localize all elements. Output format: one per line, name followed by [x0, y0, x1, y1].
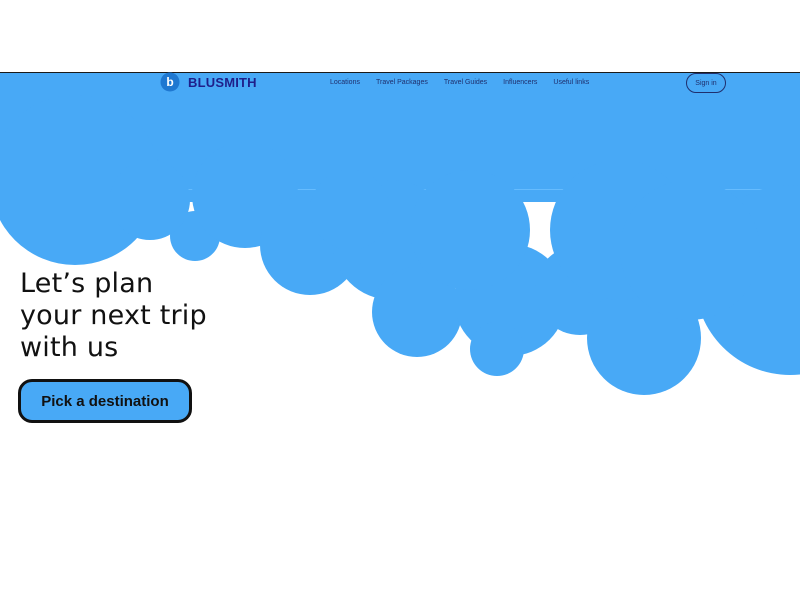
cloud-puff [470, 322, 524, 376]
nav-link-travel-packages[interactable]: Travel Packages [376, 79, 428, 86]
headline-line: Let’s plan [20, 268, 154, 299]
headline-line: with us [20, 332, 119, 363]
pick-destination-button[interactable]: Pick a destination [18, 379, 192, 423]
brand-name: BLUSMITH [188, 74, 257, 90]
cloud-puff [535, 245, 625, 335]
brand[interactable]: b BLUSMITH [160, 71, 257, 93]
main-navigation: Locations Travel Packages Travel Guides … [330, 79, 589, 86]
nav-link-useful-links[interactable]: Useful links [553, 79, 589, 86]
hero-headline: Let’s plan your next trip with us [20, 268, 260, 364]
cloud-puff [454, 244, 566, 356]
landing-page: b BLUSMITH Locations Travel Packages Tra… [0, 0, 800, 600]
cloud-puff [695, 185, 800, 375]
cloud-puff [587, 281, 701, 395]
navbar: b BLUSMITH Locations Travel Packages Tra… [0, 71, 800, 97]
cloud-puff [332, 180, 452, 300]
nav-link-locations[interactable]: Locations [330, 79, 360, 86]
nav-link-travel-guides[interactable]: Travel Guides [444, 79, 487, 86]
cloud-puff [170, 211, 220, 261]
cloud-puff [260, 195, 360, 295]
cloud-puff [372, 267, 462, 357]
headline-line: your next trip [20, 300, 207, 331]
cloud-top-fill [0, 190, 800, 202]
b-circle-logo-icon: b [160, 72, 180, 92]
nav-link-influencers[interactable]: Influencers [503, 79, 537, 86]
hero-band-divider [0, 189, 800, 190]
sign-in-button[interactable]: Sign in [686, 73, 726, 93]
svg-text:b: b [166, 75, 173, 89]
cloud-puff [620, 180, 760, 320]
